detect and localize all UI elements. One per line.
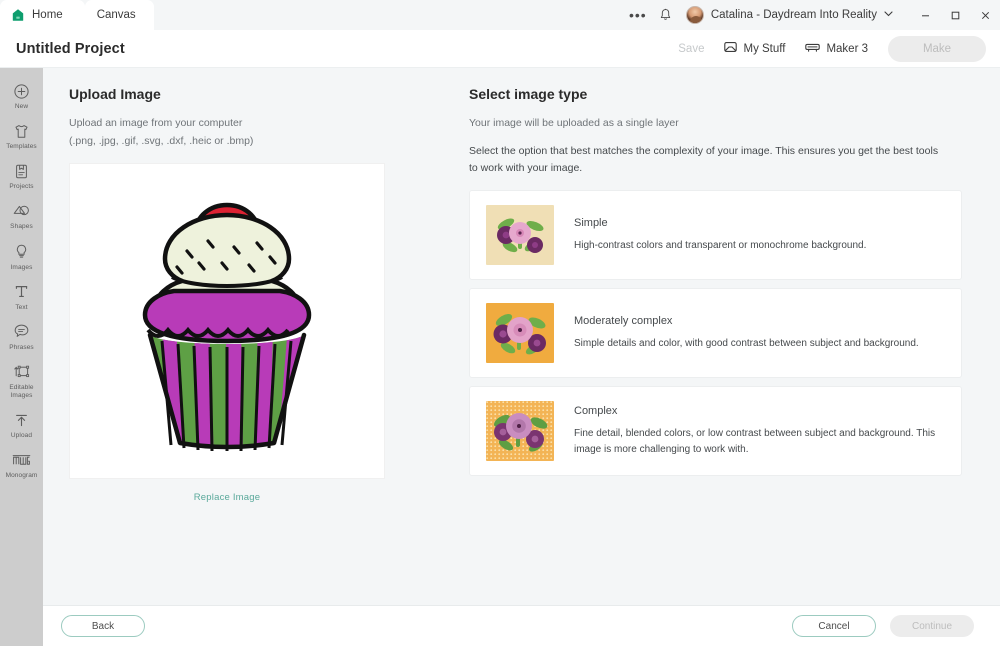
option-description: Fine detail, blended colors, or low cont… bbox=[574, 428, 936, 455]
my-stuff-button[interactable]: My Stuff bbox=[724, 41, 785, 56]
option-title: Simple bbox=[574, 217, 608, 230]
upload-arrow-icon bbox=[13, 411, 30, 429]
option-simple[interactable]: Simple High-contrast colors and transpar… bbox=[469, 190, 962, 281]
select-image-type-pane: Select image type Your image will be upl… bbox=[463, 86, 1000, 605]
replace-image-link[interactable]: Replace Image bbox=[69, 492, 385, 503]
sidebar-item-shapes[interactable]: Shapes bbox=[0, 196, 43, 236]
sidebar-item-label: Monogram bbox=[5, 472, 38, 480]
upload-heading: Upload Image bbox=[69, 86, 161, 102]
upload-image-pane: Upload Image Upload an image from your c… bbox=[43, 86, 463, 605]
editable-images-icon bbox=[13, 363, 30, 381]
option-complex-text: Complex Fine detail, blended colors, or … bbox=[574, 405, 945, 457]
sidebar-item-label: Templates bbox=[6, 143, 37, 151]
machine-label: Maker 3 bbox=[826, 42, 868, 55]
monogram-icon bbox=[12, 451, 31, 469]
moderately-complex-example-thumbnail bbox=[486, 303, 554, 364]
sidebar-item-label: Shapes bbox=[10, 223, 33, 231]
image-preview-box[interactable] bbox=[69, 162, 385, 479]
wizard-footer: Back Cancel Continue bbox=[43, 605, 1000, 646]
notifications-bell-icon[interactable] bbox=[652, 0, 680, 30]
sidebar-item-images[interactable]: Images bbox=[0, 237, 43, 277]
tab-canvas-label: Canvas bbox=[96, 9, 136, 21]
more-options-icon[interactable]: ••• bbox=[624, 0, 652, 30]
home-icon bbox=[11, 8, 25, 22]
speech-bubble-icon bbox=[13, 323, 30, 341]
sidebar-item-label: Text bbox=[15, 303, 28, 311]
simple-example-thumbnail bbox=[486, 205, 554, 266]
tab-canvas[interactable]: Canvas bbox=[84, 0, 154, 30]
continue-button[interactable]: Continue bbox=[890, 615, 974, 637]
sidebar-item-editable-images[interactable]: Editable Images bbox=[0, 357, 43, 405]
inbox-icon bbox=[724, 41, 738, 56]
sidebar-item-projects[interactable]: Projects bbox=[0, 156, 43, 196]
option-description: High-contrast colors and transparent or … bbox=[574, 240, 867, 252]
chevron-down-icon[interactable] bbox=[883, 6, 894, 24]
back-button[interactable]: Back bbox=[61, 615, 145, 637]
option-complex[interactable]: Complex Fine detail, blended colors, or … bbox=[469, 386, 962, 477]
left-tool-rail: New Templates Projects Shapes Images Tex… bbox=[0, 68, 43, 646]
lightbulb-icon bbox=[13, 243, 30, 261]
option-description: Simple details and color, with good cont… bbox=[574, 338, 919, 350]
option-moderately-complex-text: Moderately complex Simple details and co… bbox=[574, 315, 919, 352]
machine-selector[interactable]: Maker 3 bbox=[805, 41, 868, 56]
plus-circle-icon bbox=[13, 82, 30, 100]
text-t-icon bbox=[13, 283, 30, 301]
app-body: New Templates Projects Shapes Images Tex… bbox=[0, 68, 1000, 646]
projects-book-icon bbox=[13, 162, 30, 180]
image-type-options: Simple High-contrast colors and transpar… bbox=[469, 190, 962, 477]
tab-home[interactable]: Home bbox=[0, 0, 85, 30]
footer-right-actions: Cancel Continue bbox=[792, 615, 974, 637]
cancel-button[interactable]: Cancel bbox=[792, 615, 876, 637]
complex-example-thumbnail bbox=[486, 401, 554, 462]
sidebar-item-label: Phrases bbox=[9, 343, 34, 351]
minimize-icon[interactable] bbox=[910, 0, 940, 30]
project-actions: Save My Stuff Maker 3 Make bbox=[678, 35, 986, 62]
panes: Upload Image Upload an image from your c… bbox=[43, 68, 1000, 605]
close-icon[interactable] bbox=[970, 0, 1000, 30]
sidebar-item-label: Editable Images bbox=[9, 383, 34, 399]
image-type-subtext: Your image will be uploaded as a single … bbox=[469, 117, 679, 129]
shapes-icon bbox=[13, 202, 30, 220]
sidebar-item-label: Upload bbox=[10, 432, 33, 440]
sidebar-item-phrases[interactable]: Phrases bbox=[0, 317, 43, 357]
option-title: Complex bbox=[574, 405, 618, 418]
sidebar-item-upload[interactable]: Upload bbox=[0, 405, 43, 445]
sidebar-item-templates[interactable]: Templates bbox=[0, 116, 43, 156]
window-controls-group: ••• Catalina - Daydream Into Reality bbox=[624, 0, 1000, 30]
account-name: Catalina - Daydream Into Reality bbox=[710, 9, 877, 21]
upload-subtext-2: (.png, .jpg, .gif, .svg, .dxf, .heic or … bbox=[69, 135, 254, 148]
tab-home-label: Home bbox=[32, 9, 63, 21]
sidebar-item-label: New bbox=[14, 103, 29, 110]
image-type-heading: Select image type bbox=[469, 86, 588, 102]
sidebar-item-new[interactable]: New bbox=[0, 76, 43, 116]
user-avatar[interactable] bbox=[685, 6, 704, 24]
main-content: Upload Image Upload an image from your c… bbox=[43, 68, 1000, 646]
cupcake-illustration bbox=[142, 202, 312, 451]
sidebar-item-label: Projects bbox=[9, 183, 34, 191]
image-type-description: Select the option that best matches the … bbox=[469, 145, 939, 175]
tshirt-icon bbox=[13, 122, 30, 140]
app-window: Home Canvas ••• Catalina - Daydream Into… bbox=[0, 0, 1000, 646]
upload-subtext-1: Upload an image from your computer bbox=[69, 117, 243, 129]
project-title-bar: Untitled Project Save My Stuff Maker 3 M… bbox=[0, 30, 1000, 68]
my-stuff-label: My Stuff bbox=[743, 42, 786, 55]
sidebar-item-label: Images bbox=[10, 263, 33, 271]
sidebar-item-monogram[interactable]: Monogram bbox=[0, 445, 43, 485]
option-simple-text: Simple High-contrast colors and transpar… bbox=[574, 217, 866, 254]
page-title[interactable]: Untitled Project bbox=[16, 41, 125, 57]
browser-tab-bar: Home Canvas ••• Catalina - Daydream Into… bbox=[0, 0, 1000, 30]
make-button[interactable]: Make bbox=[888, 35, 986, 62]
maximize-icon[interactable] bbox=[940, 0, 970, 30]
option-moderately-complex[interactable]: Moderately complex Simple details and co… bbox=[469, 288, 962, 379]
save-button[interactable]: Save bbox=[678, 43, 704, 55]
sidebar-item-text[interactable]: Text bbox=[0, 277, 43, 317]
machine-icon bbox=[805, 41, 821, 56]
option-title: Moderately complex bbox=[574, 315, 673, 328]
